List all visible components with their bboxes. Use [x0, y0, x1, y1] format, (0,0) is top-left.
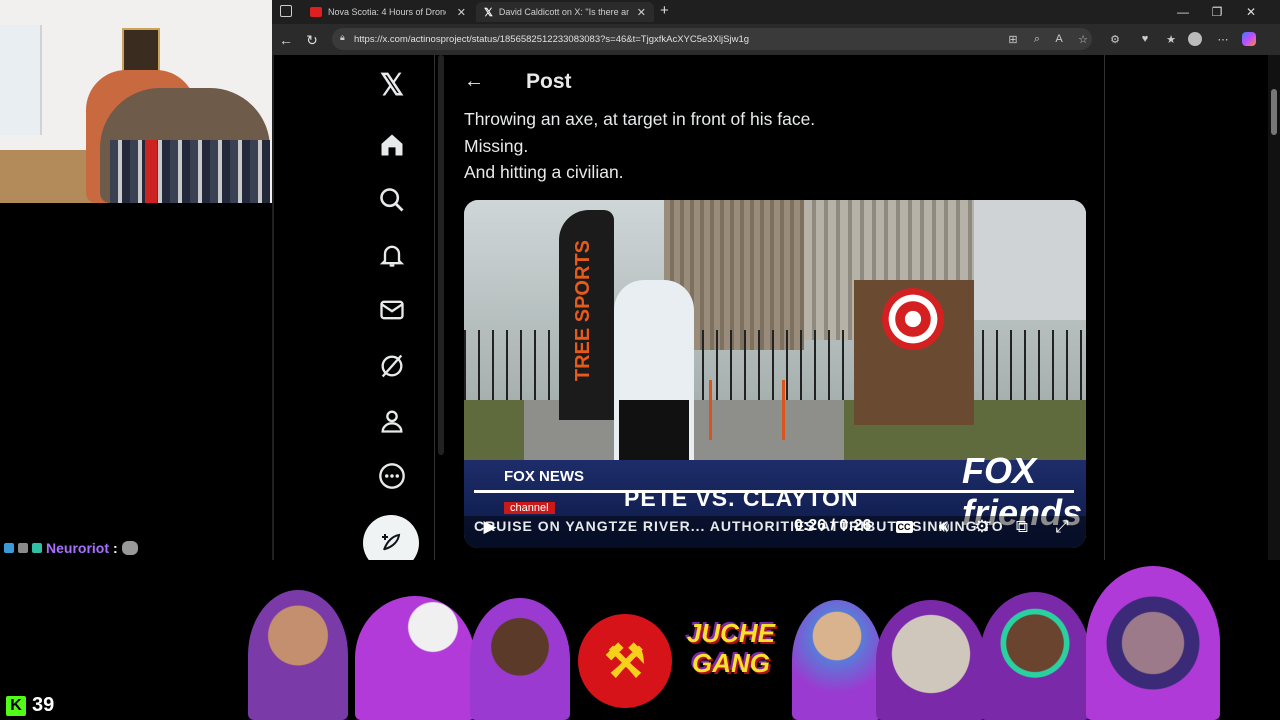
- video-target-icon: [882, 288, 944, 350]
- emote-portrait: [980, 592, 1090, 720]
- badge-icon: [18, 543, 28, 553]
- chat-colon: :: [113, 540, 118, 556]
- messages-icon[interactable]: [364, 292, 420, 328]
- emote-goose: [355, 596, 475, 720]
- video-news-channel: channel: [504, 502, 555, 514]
- emote-text: JUCHE: [686, 618, 776, 648]
- extensions-icon[interactable]: ⚙: [1106, 29, 1124, 49]
- tab-nova-scotia[interactable]: Nova Scotia: 4 Hours of Drone ✕: [302, 2, 474, 22]
- url-field[interactable]: https://x.com/actinosproject/status/1856…: [332, 28, 1092, 50]
- video-tripod: [709, 380, 785, 440]
- emote-text: GANG: [692, 648, 770, 678]
- zoom-icon[interactable]: ⌕: [1028, 29, 1046, 49]
- read-aloud-icon[interactable]: A: [1050, 29, 1068, 49]
- tab-title: Nova Scotia: 4 Hours of Drone: [328, 7, 446, 17]
- search-icon[interactable]: [364, 182, 420, 218]
- emote-portrait: [248, 590, 348, 720]
- back-icon[interactable]: ←: [276, 30, 296, 50]
- video-player[interactable]: TREE SPORTS FOX NEWS channel PETE VS. CL…: [464, 200, 1086, 548]
- volume-icon[interactable]: 🔊︎: [930, 514, 958, 540]
- browser-essentials-icon[interactable]: ♥: [1136, 29, 1154, 49]
- settings-more-icon[interactable]: ⋯: [1214, 29, 1232, 49]
- page-title: Post: [526, 70, 572, 93]
- scrollbar-thumb[interactable]: [1271, 89, 1277, 135]
- grok-icon[interactable]: [364, 348, 420, 384]
- video-building: [974, 200, 1086, 320]
- settings-gear-icon[interactable]: ⚙: [968, 514, 996, 540]
- emote-portrait: [1086, 566, 1220, 720]
- fullscreen-icon[interactable]: ⤢: [1048, 514, 1076, 540]
- back-arrow-icon[interactable]: ←: [464, 70, 484, 93]
- youtube-favicon-icon: [310, 7, 322, 17]
- favorites-icon[interactable]: ★: [1162, 29, 1180, 49]
- video-news-bug: FOX NEWS: [504, 468, 585, 485]
- page-scrollbar[interactable]: [1268, 55, 1280, 560]
- badge-icon: [32, 543, 42, 553]
- video-progress-bar[interactable]: [474, 490, 1074, 493]
- captions-label: CC: [895, 521, 913, 533]
- refresh-icon[interactable]: ↻: [302, 30, 322, 50]
- streamer-suspender: [145, 140, 157, 203]
- url-text: https://x.com/actinosproject/status/1856…: [354, 33, 750, 45]
- favorite-star-icon[interactable]: ☆: [1074, 29, 1092, 49]
- sidebar-scrollbar[interactable]: [438, 55, 444, 455]
- captions-button[interactable]: CC: [890, 514, 918, 540]
- tweet-text-line: Throwing an axe, at target in front of h…: [464, 109, 816, 129]
- column-divider: [1104, 55, 1105, 560]
- new-tab-button[interactable]: +: [660, 2, 669, 19]
- badge-icon: [4, 543, 14, 553]
- window-close-icon[interactable]: ✕: [1234, 0, 1268, 24]
- maximize-icon[interactable]: ❐: [1200, 0, 1234, 24]
- tab-bar: Nova Scotia: 4 Hours of Drone ✕ 𝕏 David …: [272, 0, 1280, 24]
- browser-window: Nova Scotia: 4 Hours of Drone ✕ 𝕏 David …: [272, 0, 1280, 560]
- address-bar: https://x.com/actinosproject/status/1856…: [272, 24, 1280, 55]
- app-available-icon[interactable]: ⊞: [1004, 29, 1022, 49]
- x-post-page: 𝕏 ← Post Throwing an axe, at target in f…: [274, 55, 1268, 560]
- tweet-text-line: And hitting a civilian.: [464, 162, 624, 182]
- emote-portrait: [792, 600, 882, 720]
- column-divider: [434, 55, 435, 560]
- compose-post-button[interactable]: [363, 515, 419, 560]
- close-icon[interactable]: ✕: [457, 6, 466, 19]
- picture-in-picture-icon[interactable]: ⧉: [1008, 514, 1036, 540]
- streamer-shirt: [110, 140, 270, 203]
- profile-avatar-icon[interactable]: [1186, 29, 1204, 49]
- tab-actions-icon[interactable]: [280, 5, 292, 17]
- emote-icon: [121, 541, 138, 555]
- hammer-emote-icon: ⚒: [578, 614, 672, 708]
- juche-gang-emote: JUCHE GANG: [683, 618, 779, 678]
- profile-icon[interactable]: [364, 403, 420, 439]
- chat-message: Neuroriot :: [4, 540, 138, 556]
- x-favicon-icon: 𝕏: [484, 6, 493, 19]
- emote-cat: [876, 600, 986, 720]
- webcam-window: [0, 25, 42, 135]
- viewer-count: 39: [32, 694, 55, 716]
- more-icon[interactable]: [364, 458, 420, 494]
- close-icon[interactable]: ✕: [637, 6, 646, 19]
- webcam-feed: [0, 0, 272, 203]
- webcam-shelf: [0, 150, 95, 203]
- site-info-icon[interactable]: 🔒︎: [340, 32, 345, 43]
- play-icon[interactable]: ▶: [476, 514, 504, 540]
- emote-portrait: [470, 598, 570, 720]
- video-ticker-text: CRUISE ON YANGTZE RIVER... AUTHORITIES A…: [474, 518, 1004, 534]
- copilot-icon[interactable]: [1240, 29, 1258, 49]
- viewer-count-widget: K 39: [6, 694, 54, 717]
- video-time: 0:26 / 0:26: [794, 517, 872, 534]
- tab-title: David Caldicott on X: "Is there an: [498, 7, 629, 17]
- notifications-icon[interactable]: [364, 237, 420, 273]
- kick-logo-icon: K: [6, 695, 26, 716]
- tweet-text-line: Missing.: [464, 136, 529, 156]
- video-banner-text: TREE SPORTS: [572, 240, 594, 382]
- x-logo-icon[interactable]: 𝕏: [364, 67, 420, 103]
- tab-david-caldicott[interactable]: 𝕏 David Caldicott on X: "Is there an ✕: [476, 2, 654, 22]
- chat-username[interactable]: Neuroriot: [46, 540, 109, 556]
- home-icon[interactable]: [364, 127, 420, 163]
- minimize-icon[interactable]: —: [1166, 0, 1200, 24]
